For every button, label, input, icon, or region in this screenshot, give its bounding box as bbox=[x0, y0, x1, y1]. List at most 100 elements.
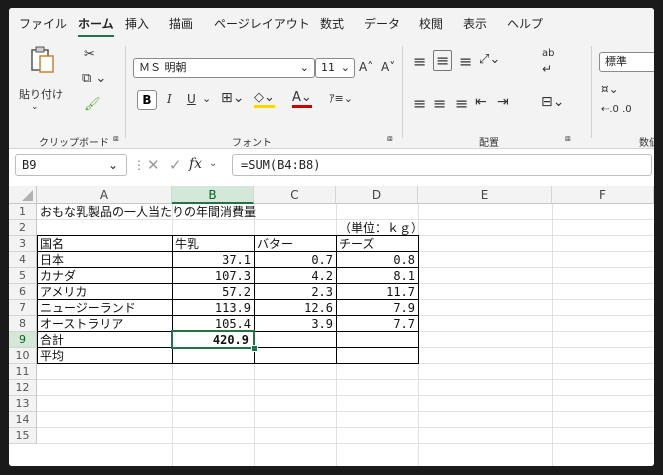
merge-center-icon[interactable]: ⊟⌄ bbox=[541, 94, 564, 110]
decrease-font-size-icon[interactable]: A˅ bbox=[381, 60, 395, 74]
font-name-select[interactable]: ＭＳ 明朝 ⌄ bbox=[133, 58, 315, 78]
cheese-cell[interactable]: 7.7 bbox=[337, 316, 418, 332]
milk-cell[interactable]: 37.1 bbox=[173, 252, 254, 268]
country-cell[interactable]: アメリカ bbox=[40, 284, 87, 300]
row-header-12[interactable]: 12 bbox=[9, 380, 37, 396]
cheese-cell[interactable]: 0.8 bbox=[337, 252, 418, 268]
tab-help[interactable]: ヘルプ bbox=[507, 15, 543, 32]
align-left-icon[interactable]: ≡ bbox=[413, 94, 426, 113]
formula-bar-more-icon[interactable]: ⋮ bbox=[133, 158, 145, 172]
tab-draw[interactable]: 描画 bbox=[169, 15, 193, 32]
total-label[interactable]: 合計 bbox=[40, 332, 64, 348]
row-header-6[interactable]: 6 bbox=[9, 284, 37, 300]
copy-icon[interactable]: ⧉ ⌄ bbox=[82, 72, 106, 85]
header-country[interactable]: 国名 bbox=[40, 236, 64, 252]
row-header-3[interactable]: 3 bbox=[9, 236, 37, 252]
row-header-7[interactable]: 7 bbox=[9, 300, 37, 316]
header-butter[interactable]: バター bbox=[257, 236, 293, 252]
total-milk-cell[interactable]: 420.9 bbox=[173, 332, 252, 348]
align-center-icon[interactable]: ≡ bbox=[433, 94, 446, 113]
clipboard-launcher-icon[interactable]: ⧈ bbox=[113, 134, 119, 144]
row-header-8[interactable]: 8 bbox=[9, 316, 37, 332]
cheese-cell[interactable]: 7.9 bbox=[337, 300, 418, 316]
fill-color-icon[interactable]: ◇⌄ bbox=[254, 90, 275, 108]
insert-function-icon[interactable]: fx bbox=[189, 156, 202, 172]
column-header-d[interactable]: D bbox=[336, 186, 418, 204]
butter-cell[interactable]: 2.3 bbox=[255, 284, 336, 300]
row-header-10[interactable]: 10 bbox=[9, 348, 37, 364]
bold-button[interactable]: B bbox=[137, 90, 157, 110]
underline-dropdown-icon[interactable]: ⌄ bbox=[202, 92, 211, 105]
paste-label[interactable]: 貼り付け bbox=[19, 86, 63, 102]
currency-format-icon[interactable]: ¤⌄ bbox=[601, 82, 619, 96]
tab-formulas[interactable]: 数式 bbox=[320, 15, 344, 32]
milk-cell[interactable]: 113.9 bbox=[173, 300, 254, 316]
row-header-4[interactable]: 4 bbox=[9, 252, 37, 268]
column-header-f[interactable]: F bbox=[552, 186, 654, 204]
header-milk[interactable]: 牛乳 bbox=[175, 236, 199, 252]
column-header-b[interactable]: B bbox=[172, 186, 254, 204]
country-cell[interactable]: カナダ bbox=[40, 268, 76, 284]
tab-file[interactable]: ファイル bbox=[19, 15, 67, 32]
column-header-c[interactable]: C bbox=[254, 186, 336, 204]
increase-indent-icon[interactable]: ⇥ bbox=[497, 94, 509, 110]
tab-home[interactable]: ホーム bbox=[78, 15, 114, 37]
decimal-places-icon[interactable]: ⇠.0 .0 bbox=[601, 104, 632, 115]
align-bottom-icon[interactable]: ≡ bbox=[459, 52, 472, 71]
align-middle-icon[interactable]: ≡ bbox=[433, 50, 453, 71]
cheese-cell[interactable]: 11.7 bbox=[337, 284, 418, 300]
average-label[interactable]: 平均 bbox=[40, 348, 64, 364]
formula-input[interactable]: =SUM(B4:B8) bbox=[232, 154, 652, 176]
font-launcher-icon[interactable]: ⧈ bbox=[387, 134, 393, 144]
worksheet-grid[interactable]: A B C D E F 1 2 3 4 5 6 7 8 9 10 11 12 1… bbox=[9, 186, 654, 466]
paste-icon[interactable] bbox=[29, 46, 57, 76]
select-all-corner[interactable] bbox=[9, 186, 37, 204]
number-format-select[interactable]: 標準 bbox=[599, 52, 654, 72]
country-cell[interactable]: 日本 bbox=[40, 252, 64, 268]
table-title[interactable]: おもな乳製品の一人当たりの年間消費量 bbox=[40, 204, 256, 220]
fx-dropdown-icon[interactable]: ⌄ bbox=[209, 158, 217, 169]
wrap-text-icon[interactable]: ab bbox=[542, 48, 554, 59]
row-header-1[interactable]: 1 bbox=[9, 204, 37, 220]
row-header-11[interactable]: 11 bbox=[9, 364, 37, 380]
tab-page-layout[interactable]: ページレイアウト bbox=[214, 15, 310, 32]
enter-icon[interactable]: ✓ bbox=[169, 156, 182, 174]
row-header-5[interactable]: 5 bbox=[9, 268, 37, 284]
borders-icon[interactable]: ⊞⌄ bbox=[221, 90, 244, 106]
alignment-launcher-icon[interactable]: ⧈ bbox=[565, 134, 571, 144]
cancel-icon[interactable]: ✕ bbox=[147, 156, 160, 174]
tab-view[interactable]: 表示 bbox=[463, 15, 487, 32]
tab-data[interactable]: データ bbox=[364, 15, 400, 32]
row-header-13[interactable]: 13 bbox=[9, 396, 37, 412]
milk-cell[interactable]: 107.3 bbox=[173, 268, 254, 284]
row-header-15[interactable]: 15 bbox=[9, 428, 37, 444]
underline-button[interactable]: U bbox=[187, 92, 196, 106]
column-header-a[interactable]: A bbox=[37, 186, 172, 204]
format-painter-icon[interactable]: 🖌 bbox=[84, 98, 101, 111]
font-size-select[interactable]: 11 ⌄ bbox=[315, 58, 355, 78]
butter-cell[interactable]: 0.7 bbox=[255, 252, 336, 268]
country-cell[interactable]: オーストラリア bbox=[40, 316, 123, 332]
row-header-14[interactable]: 14 bbox=[9, 412, 37, 428]
butter-cell[interactable]: 3.9 bbox=[255, 316, 336, 332]
font-color-icon[interactable]: A⌄ bbox=[292, 90, 312, 108]
fill-handle[interactable] bbox=[251, 345, 258, 352]
phonetic-guide-icon[interactable]: ｱ≡⌄ bbox=[329, 90, 353, 106]
column-header-e[interactable]: E bbox=[418, 186, 552, 204]
header-cheese[interactable]: チーズ bbox=[339, 236, 374, 252]
align-right-icon[interactable]: ≡ bbox=[455, 94, 468, 113]
decrease-indent-icon[interactable]: ⇤ bbox=[475, 94, 487, 110]
paste-dropdown-icon[interactable]: ⌄ bbox=[31, 102, 39, 112]
orientation-icon[interactable]: ⤢⌄ bbox=[479, 52, 500, 67]
unit-label[interactable]: （単位：ｋｇ） bbox=[339, 220, 423, 236]
row-header-9[interactable]: 9 bbox=[9, 332, 37, 348]
butter-cell[interactable]: 12.6 bbox=[255, 300, 336, 316]
row-header-2[interactable]: 2 bbox=[9, 220, 37, 236]
increase-font-size-icon[interactable]: A˄ bbox=[359, 60, 373, 74]
cut-icon[interactable]: ✂ bbox=[84, 48, 95, 61]
tab-review[interactable]: 校閲 bbox=[419, 15, 443, 32]
align-top-icon[interactable]: ≡ bbox=[413, 52, 426, 71]
milk-cell[interactable]: 57.2 bbox=[173, 284, 254, 300]
cheese-cell[interactable]: 8.1 bbox=[337, 268, 418, 284]
country-cell[interactable]: ニュージーランド bbox=[40, 300, 136, 316]
